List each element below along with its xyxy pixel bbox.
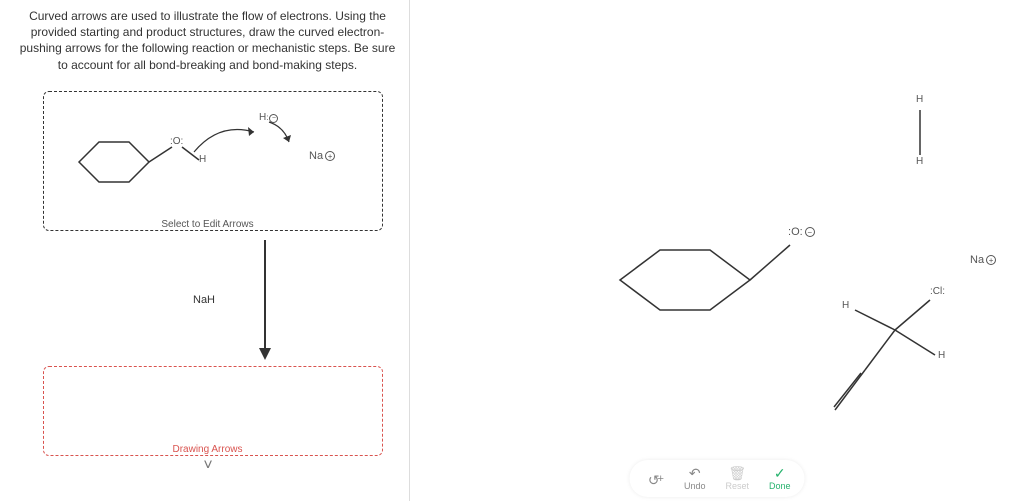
- question-prompt: Curved arrows are used to illustrate the…: [18, 8, 397, 73]
- check-icon: ✓: [774, 466, 786, 480]
- trash-icon: 🗑: [728, 466, 746, 480]
- label-h-top1: H: [916, 94, 923, 105]
- drawing-canvas[interactable]: :O:− Na+ H H H H :Cl: ↺ + ↶ Undo 🗑 Reset…: [410, 0, 1024, 501]
- canvas-structures: [410, 0, 1024, 501]
- reset-button[interactable]: 🗑 Reset: [719, 464, 755, 493]
- label-na-cation-left: Na+: [309, 150, 335, 162]
- undo-icon: ↶: [689, 466, 701, 480]
- label-small-h: H: [199, 154, 206, 165]
- svg-text::O:: :O:: [170, 136, 183, 147]
- canvas-toolbar: ↺ + ↶ Undo 🗑 Reset ✓ Done: [630, 460, 805, 497]
- label-h-anion: H:−: [259, 112, 278, 123]
- label-o-anion: :O:−: [788, 226, 815, 238]
- reaction-arrow: NaH: [133, 240, 397, 360]
- label-h-top2: H: [916, 156, 923, 167]
- reagent-label: NaH: [193, 294, 215, 306]
- add-button[interactable]: ↺ +: [638, 471, 670, 487]
- label-cl: :Cl:: [930, 286, 945, 297]
- plus-icon: +: [658, 474, 664, 485]
- step1-box[interactable]: :O: H H:− Na+: [43, 91, 383, 231]
- label-na-cation-right: Na+: [970, 254, 996, 266]
- step2-box[interactable]: [43, 366, 383, 456]
- done-button[interactable]: ✓ Done: [763, 464, 797, 493]
- chevron-down-icon[interactable]: ˅: [198, 457, 218, 475]
- label-h-right: H: [938, 350, 945, 361]
- left-panel: Curved arrows are used to illustrate the…: [0, 0, 410, 501]
- label-h-left: H: [842, 300, 849, 311]
- undo-button[interactable]: ↶ Undo: [678, 464, 712, 493]
- step1-structure: :O:: [44, 92, 384, 232]
